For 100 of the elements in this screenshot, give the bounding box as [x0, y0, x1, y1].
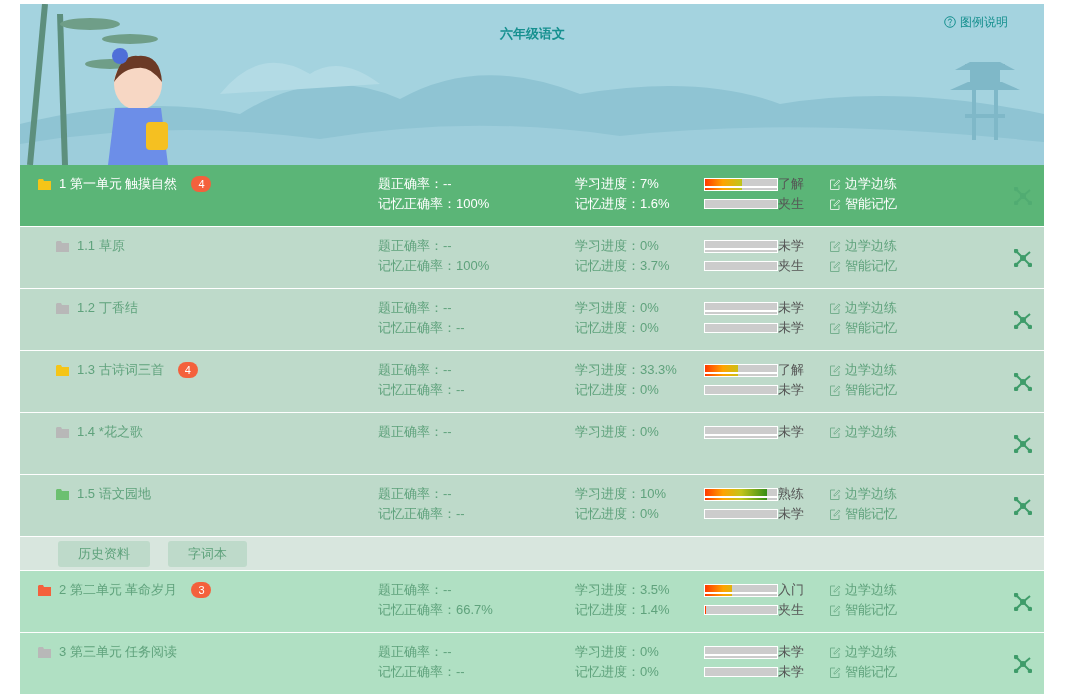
accuracy-text: 记忆正确率：100% [378, 257, 491, 275]
edit-icon [830, 488, 841, 500]
action-link[interactable]: 边学边练 [830, 642, 897, 662]
action-link[interactable]: 智能记忆 [830, 194, 897, 214]
progress-text: 学习进度：10% [575, 485, 668, 504]
mastery-label: 入门 [778, 581, 805, 600]
network-icon[interactable] [1014, 435, 1032, 453]
progress-text: 记忆进度：0% [575, 319, 660, 338]
action-link[interactable]: 智能记忆 [830, 600, 897, 620]
mastery-label: 未学 [778, 643, 805, 662]
action-link[interactable]: 边学边练 [830, 484, 897, 504]
action-link[interactable]: 边学边练 [830, 580, 897, 600]
item-title: 1.2 丁香结 [77, 299, 138, 318]
mastery-label: 未学 [778, 319, 805, 338]
unit-row[interactable]: 1 第一单元 触摸自然 4 题正确率：-- 记忆正确率：100% 学习进度：7% 了解 记忆进度：1.6% 夹生 边学边练 智能记忆 [20, 165, 1044, 227]
mastery-label: 未学 [778, 423, 805, 442]
item-title: 3 第三单元 任务阅读 [59, 643, 178, 662]
edit-icon [830, 178, 841, 190]
network-icon[interactable] [1014, 311, 1032, 329]
accuracy-text: 记忆正确率：-- [378, 663, 466, 681]
progress-text: 记忆进度：3.7% [575, 257, 671, 276]
mastery-label: 未学 [778, 299, 805, 318]
lesson-row[interactable]: 1.3 古诗词三首 4 题正确率：-- 记忆正确率：-- 学习进度：33.3% 了解 记忆进度：0% 未学 边学边练 智能记忆 [20, 351, 1044, 413]
action-link[interactable]: 边学边练 [830, 422, 897, 442]
edit-icon [830, 364, 841, 376]
item-title: 2 第二单元 革命岁月 [59, 581, 178, 600]
edit-icon [830, 384, 841, 396]
resource-button[interactable]: 字词本 [168, 540, 247, 567]
network-icon[interactable] [1014, 593, 1032, 611]
lesson-row[interactable]: 1.2 丁香结 题正确率：-- 记忆正确率：-- 学习进度：0% 未学 记忆进度：0% 未学 边学边练 智能记忆 [20, 289, 1044, 351]
lesson-row[interactable]: 1.5 语文园地 题正确率：-- 记忆正确率：-- 学习进度：10% 熟练 记忆进度：0% 未学 边学边练 智能记忆 [20, 475, 1044, 537]
progress-text: 记忆进度：0% [575, 505, 660, 524]
mastery-label: 夹生 [778, 257, 805, 276]
progress-text: 记忆进度：1.4% [575, 601, 671, 620]
mastery-label: 未学 [778, 237, 805, 256]
accuracy-text: 记忆正确率：66.7% [378, 601, 494, 619]
accuracy-text: 记忆正确率：-- [378, 505, 466, 523]
count-badge: 3 [191, 582, 212, 598]
progress-text: 记忆进度：0% [575, 663, 660, 682]
progress-text: 学习进度：33.3% [575, 361, 678, 380]
action-link[interactable]: 智能记忆 [830, 380, 897, 400]
mastery-label: 未学 [778, 381, 805, 400]
lesson-row[interactable]: 1.1 草原 题正确率：-- 记忆正确率：100% 学习进度：0% 未学 记忆进度：3.7% 夹生 边学边练 智能记忆 [20, 227, 1044, 289]
progress-text: 记忆进度：1.6% [575, 195, 671, 214]
edit-icon [830, 604, 841, 616]
progress-text: 学习进度：7% [575, 175, 660, 194]
edit-icon [830, 584, 841, 596]
network-icon[interactable] [1014, 373, 1032, 391]
accuracy-text: 记忆正确率：-- [378, 381, 466, 399]
lesson-row[interactable]: 1.4 *花之歌 题正确率：-- 学习进度：0% 未学 边学边练 [20, 413, 1044, 475]
edit-icon [830, 666, 841, 678]
action-link[interactable]: 智能记忆 [830, 662, 897, 682]
progress-text: 学习进度：0% [575, 299, 660, 318]
mastery-label: 了解 [778, 361, 805, 380]
unit-row[interactable]: 3 第三单元 任务阅读 题正确率：-- 记忆正确率：-- 学习进度：0% 未学 记忆进度：0% 未学 边学边练 智能记忆 [20, 633, 1044, 695]
network-icon[interactable] [1014, 655, 1032, 673]
accuracy-text: 题正确率：-- [378, 643, 453, 661]
item-title: 1.1 草原 [77, 237, 125, 256]
action-link[interactable]: 边学边练 [830, 360, 897, 380]
count-badge: 4 [177, 362, 198, 378]
network-icon[interactable] [1014, 497, 1032, 515]
action-link[interactable]: 智能记忆 [830, 256, 897, 276]
accuracy-text: 记忆正确率：100% [378, 195, 491, 213]
action-link[interactable]: 边学边练 [830, 298, 897, 318]
action-link[interactable]: 智能记忆 [830, 318, 897, 338]
item-title: 1.4 *花之歌 [77, 423, 143, 442]
resource-button[interactable]: 历史资料 [58, 540, 150, 567]
item-title: 1.5 语文园地 [77, 485, 151, 504]
action-link[interactable]: 边学边练 [830, 236, 897, 256]
accuracy-text: 题正确率：-- [378, 237, 453, 255]
action-link[interactable]: 边学边练 [830, 174, 897, 194]
progress-text: 学习进度：0% [575, 237, 660, 256]
edit-icon [830, 302, 841, 314]
accuracy-text: 题正确率：-- [378, 581, 453, 599]
mastery-label: 夹生 [778, 195, 805, 214]
edit-icon [830, 240, 841, 252]
mastery-label: 了解 [778, 175, 805, 194]
progress-text: 学习进度：0% [575, 643, 660, 662]
item-title: 1.3 古诗词三首 [77, 361, 164, 380]
mastery-label: 未学 [778, 505, 805, 524]
edit-icon [830, 198, 841, 210]
item-title: 1 第一单元 触摸自然 [59, 175, 178, 194]
mastery-label: 熟练 [778, 485, 805, 504]
accuracy-text: 题正确率：-- [378, 175, 453, 193]
edit-icon [830, 322, 841, 334]
edit-icon [830, 646, 841, 658]
accuracy-text: 题正确率：-- [378, 361, 453, 379]
network-icon[interactable] [1014, 249, 1032, 267]
help-icon [944, 16, 956, 28]
page-title: 六年级语文 [498, 25, 566, 43]
accuracy-text: 题正确率：-- [378, 299, 453, 317]
edit-icon [830, 260, 841, 272]
edit-icon [830, 426, 841, 438]
action-link[interactable]: 智能记忆 [830, 504, 897, 524]
mastery-label: 夹生 [778, 601, 805, 620]
legend-link[interactable]: 图例说明 [944, 13, 1008, 31]
edit-icon [830, 508, 841, 520]
progress-text: 学习进度：0% [575, 423, 660, 442]
accuracy-text: 题正确率：-- [378, 485, 453, 503]
unit-row[interactable]: 2 第二单元 革命岁月 3 题正确率：-- 记忆正确率：66.7% 学习进度：3.5% 入门 记忆进度：1.4% 夹生 边学边练 智能记忆 [20, 571, 1044, 633]
